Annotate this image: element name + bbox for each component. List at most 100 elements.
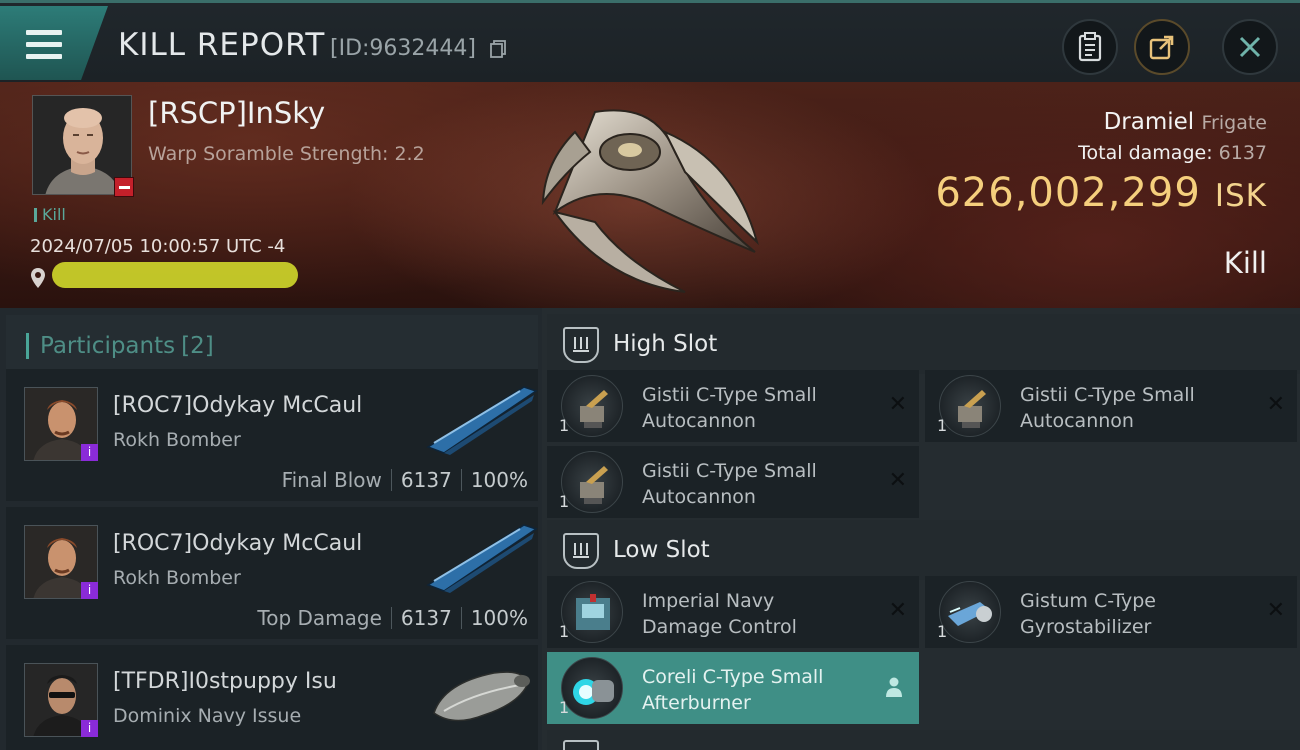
participant-stats: Final Blow 6137 100% — [282, 468, 528, 492]
ship-name-text: Dramiel — [1103, 109, 1195, 135]
kill-tag: Kill — [34, 205, 66, 224]
participant-name[interactable]: [TFDR]I0stpuppy Isu — [113, 669, 337, 694]
role-badge-icon: i — [81, 582, 98, 599]
module-name-line1: Gistii C-Type Small — [1020, 384, 1195, 406]
clipboard-icon — [1078, 32, 1102, 62]
participant-role: Top Damage — [257, 606, 382, 630]
module-item[interactable]: 1 Gistum C-Type Gyrostabilizer ✕ — [925, 576, 1297, 648]
isk-value: 626,002,299 ISK — [935, 170, 1267, 216]
module-name-line2: Autocannon — [1020, 410, 1134, 432]
module-quantity: 1 — [559, 492, 570, 511]
module-name-line1: Imperial Navy — [642, 590, 775, 612]
victim-banner: [RSCP]InSky Warp Soramble Strength: 2.2 … — [0, 82, 1300, 308]
participant-ship: Rokh Bomber — [113, 567, 241, 589]
autocannon-icon — [939, 375, 1001, 437]
mid-slot-icon — [563, 740, 599, 750]
menu-button[interactable] — [0, 6, 108, 80]
module-name: Gistii C-Type Small Autocannon — [1020, 382, 1260, 434]
participant-percent: 100% — [470, 606, 528, 630]
destroyed-icon: ✕ — [1266, 598, 1285, 623]
module-item[interactable]: 1 Imperial Navy Damage Control ✕ — [547, 576, 919, 648]
module-name-line2: Afterburner — [642, 692, 751, 714]
participants-panel: Participants [2] i [ROC7]Odykay McCaul Ro… — [0, 308, 542, 750]
close-button[interactable] — [1222, 19, 1278, 75]
module-name-line2: Damage Control — [642, 616, 797, 638]
participants-header: Participants [2] — [6, 315, 538, 373]
participant-damage: 6137 — [400, 606, 452, 630]
clipboard-button[interactable] — [1062, 19, 1118, 75]
module-name: Imperial Navy Damage Control — [642, 588, 882, 640]
participant-name[interactable]: [ROC7]Odykay McCaul — [113, 531, 362, 556]
participants-count: [2] — [181, 333, 214, 359]
module-name: Gistum C-Type Gyrostabilizer — [1020, 588, 1260, 640]
module-name: Gistii C-Type Small Autocannon — [642, 382, 882, 434]
hostile-badge — [114, 177, 134, 197]
page-title: KILL REPORT — [118, 27, 326, 63]
module-quantity: 1 — [559, 622, 570, 641]
victim-ship-image — [541, 109, 759, 293]
high-slot-label: High Slot — [613, 331, 718, 357]
module-quantity: 1 — [559, 416, 570, 435]
victim-name[interactable]: [RSCP]InSky — [148, 96, 325, 130]
module-name-line1: Coreli C-Type Small — [642, 666, 824, 688]
low-slot-icon — [563, 533, 599, 569]
share-icon — [1149, 35, 1174, 60]
module-quantity: 1 — [937, 416, 948, 435]
role-badge-icon: i — [81, 720, 98, 737]
kill-datetime: 2024/07/05 10:00:57 UTC -4 — [30, 236, 286, 257]
share-button[interactable] — [1134, 19, 1190, 75]
rokh-bomber-ship-image — [426, 524, 538, 593]
participant-damage: 6137 — [400, 468, 452, 492]
total-damage: Total damage: 6137 — [1078, 142, 1267, 164]
autocannon-icon — [561, 451, 623, 513]
autocannon-icon — [561, 375, 623, 437]
damage-control-icon — [561, 581, 623, 643]
close-icon — [1239, 36, 1261, 58]
participant-name[interactable]: [ROC7]Odykay McCaul — [113, 393, 362, 418]
participant-row[interactable]: i [ROC7]Odykay McCaul Rokh Bomber Final … — [6, 369, 538, 501]
module-name: Gistii C-Type Small Autocannon — [642, 458, 882, 510]
isk-unit: ISK — [1214, 178, 1267, 214]
participant-row[interactable]: i [ROC7]Odykay McCaul Rokh Bomber Top Da… — [6, 507, 538, 639]
module-item[interactable]: 1 Coreli C-Type Small Afterburner — [547, 652, 919, 724]
participant-ship: Dominix Navy Issue — [113, 705, 302, 727]
copy-icon[interactable] — [488, 39, 508, 59]
participant-stats: Top Damage 6137 100% — [257, 606, 528, 630]
kill-report-header: KILL REPORT [ID:9632444] — [0, 0, 1300, 82]
hamburger-icon — [26, 30, 62, 66]
participant-percent: 100% — [470, 468, 528, 492]
dominix-ship-image — [433, 671, 530, 722]
destroyed-icon: ✕ — [888, 392, 907, 417]
low-slot-header: Low Slot — [547, 520, 1300, 580]
module-item[interactable]: 1 Gistii C-Type Small Autocannon ✕ — [547, 370, 919, 442]
high-slot-header: High Slot — [547, 314, 1300, 374]
gyrostabilizer-icon — [939, 581, 1001, 643]
destroyed-icon: ✕ — [888, 468, 907, 493]
victim-ship-name[interactable]: Dramiel Frigate — [1104, 109, 1267, 135]
afterburner-icon — [561, 657, 623, 719]
total-damage-label: Total damage: — [1078, 142, 1213, 164]
high-slot-icon — [563, 327, 599, 363]
participant-row[interactable]: i [TFDR]I0stpuppy Isu Dominix Navy Issue — [6, 645, 538, 750]
low-slot-label: Low Slot — [613, 537, 710, 563]
module-name-line1: Gistum C-Type — [1020, 590, 1156, 612]
module-quantity: 1 — [937, 622, 948, 641]
module-name: Coreli C-Type Small Afterburner — [642, 664, 882, 716]
total-damage-value: 6137 — [1218, 142, 1267, 164]
module-item[interactable]: 1 Gistii C-Type Small Autocannon ✕ — [925, 370, 1297, 442]
report-id: [ID:9632444] — [330, 36, 476, 61]
role-badge-icon: i — [81, 444, 98, 461]
kill-result: Kill — [1223, 246, 1267, 280]
ship-class-text: Frigate — [1201, 112, 1267, 134]
module-name-line1: Gistii C-Type Small — [642, 460, 817, 482]
module-name-line1: Gistii C-Type Small — [642, 384, 817, 406]
module-item[interactable]: 1 Gistii C-Type Small Autocannon ✕ — [547, 446, 919, 518]
destroyed-icon: ✕ — [1266, 392, 1285, 417]
participants-label: Participants — [40, 333, 176, 359]
warp-scramble-strength: Warp Soramble Strength: 2.2 — [148, 143, 425, 165]
participant-role: Final Blow — [281, 468, 382, 492]
module-quantity: 1 — [559, 698, 570, 717]
rokh-bomber-ship-image — [426, 386, 538, 455]
redacted-location — [52, 262, 298, 288]
module-name-line2: Autocannon — [642, 410, 756, 432]
